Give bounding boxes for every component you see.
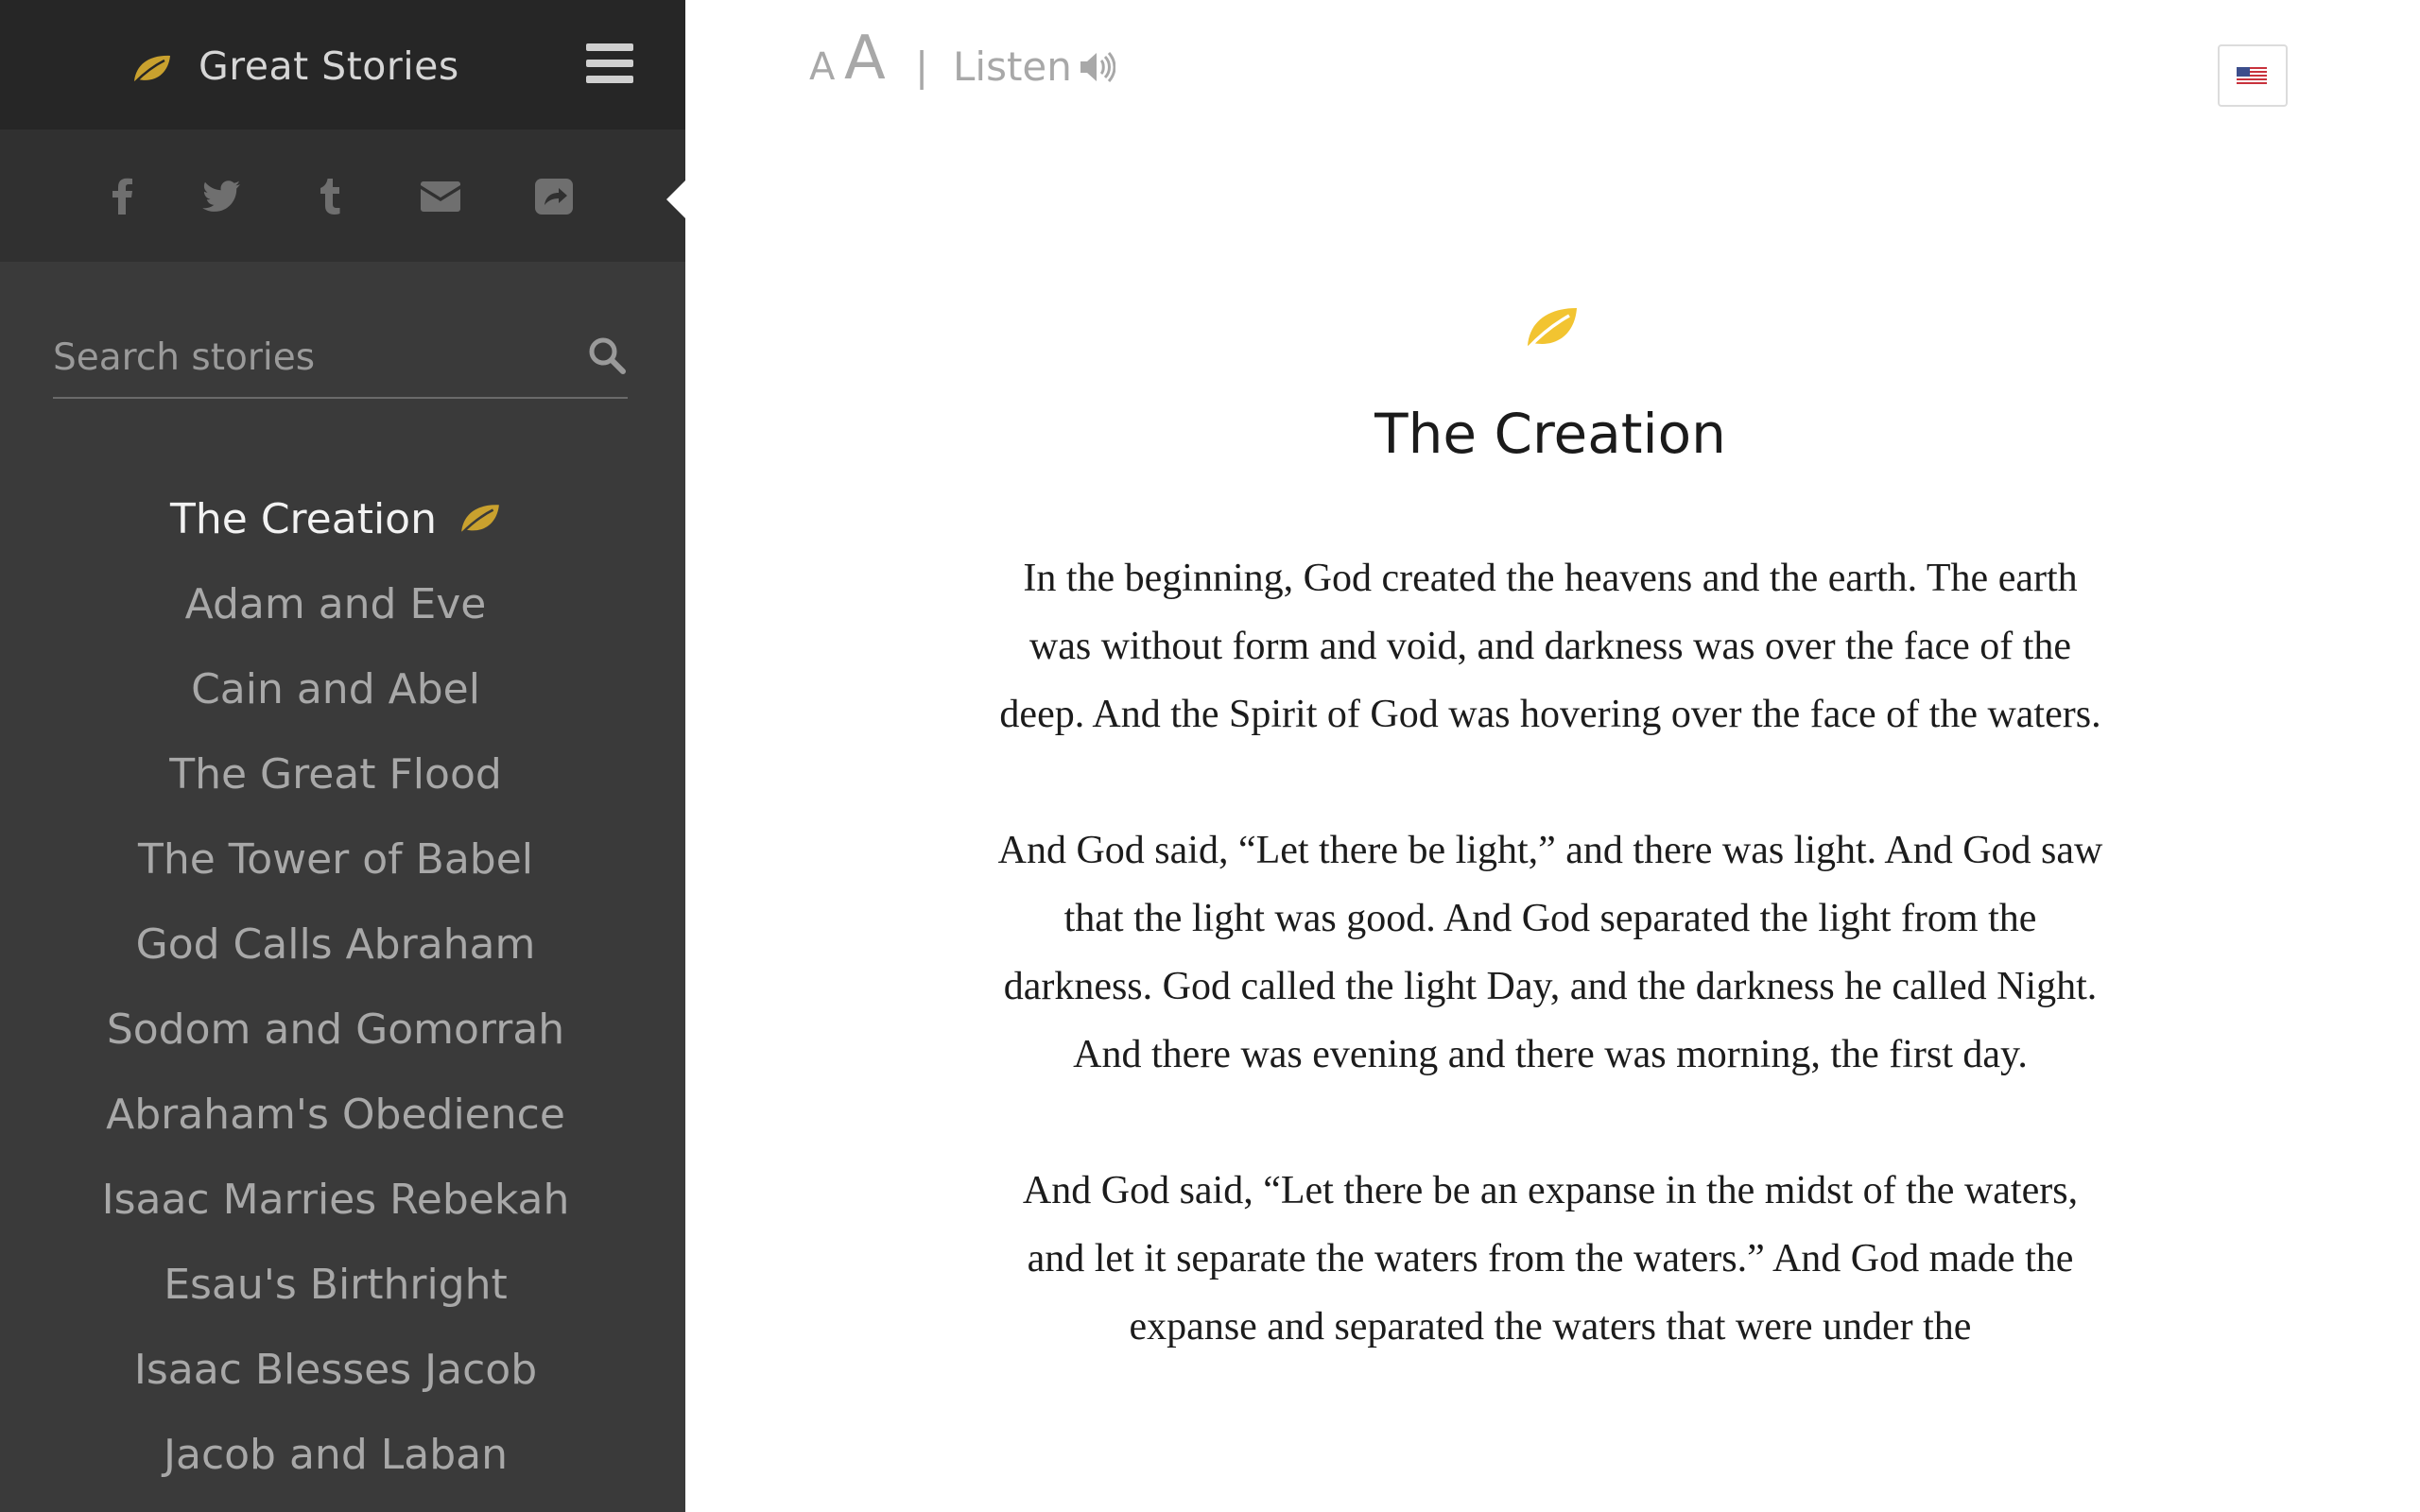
story-item-adam-and-eve[interactable]: Adam and Eve bbox=[0, 562, 671, 647]
search-input[interactable] bbox=[53, 331, 563, 384]
story-list: The Creation Adam and Eve Cain and Abel … bbox=[0, 477, 671, 1498]
speaker-icon bbox=[1080, 52, 1116, 82]
us-flag-icon bbox=[2237, 67, 2267, 86]
hamburger-menu-icon[interactable] bbox=[586, 43, 633, 85]
leaf-logo-icon bbox=[134, 55, 170, 83]
story-paragraph: And God said, “Let there be light,” and … bbox=[997, 829, 2103, 1076]
active-pointer bbox=[666, 180, 685, 218]
story-item-isaac-blesses-jacob[interactable]: Isaac Blesses Jacob bbox=[0, 1328, 671, 1413]
story-item-sodom-and-gomorrah[interactable]: Sodom and Gomorrah bbox=[0, 988, 671, 1073]
listen-button[interactable]: Listen bbox=[953, 43, 1116, 90]
story-item-god-calls-abraham[interactable]: God Calls Abraham bbox=[0, 902, 671, 988]
twitter-icon[interactable] bbox=[199, 173, 244, 218]
story-item-the-great-flood[interactable]: The Great Flood bbox=[0, 732, 671, 817]
toolbar-divider: | bbox=[915, 43, 929, 90]
language-selector-button[interactable] bbox=[2218, 44, 2288, 107]
story-item-esaus-birthright[interactable]: Esau's Birthright bbox=[0, 1243, 671, 1328]
story-body: In the beginning, God created the heaven… bbox=[993, 544, 2108, 1429]
share-bar bbox=[0, 129, 685, 262]
increase-font-button[interactable]: A bbox=[844, 28, 886, 89]
brand-bar: Great Stories bbox=[0, 0, 685, 129]
sidebar: Great Stories The Creation bbox=[0, 0, 685, 1512]
leaf-icon bbox=[1527, 308, 1577, 350]
leaf-icon bbox=[461, 505, 499, 534]
search-box bbox=[53, 321, 628, 399]
tumblr-icon[interactable] bbox=[308, 173, 354, 218]
search-icon[interactable] bbox=[586, 335, 628, 376]
story-paragraph: In the beginning, God created the heaven… bbox=[999, 557, 2101, 736]
story-item-abrahams-obedience[interactable]: Abraham's Obedience bbox=[0, 1073, 671, 1158]
listen-label: Listen bbox=[953, 43, 1072, 90]
story-item-jacob-and-laban[interactable]: Jacob and Laban bbox=[0, 1413, 671, 1498]
facebook-icon[interactable] bbox=[100, 173, 146, 218]
share-icon[interactable] bbox=[531, 173, 577, 218]
story-item-the-creation[interactable]: The Creation bbox=[0, 477, 671, 562]
decrease-font-button[interactable]: A bbox=[809, 45, 835, 89]
story-item-the-tower-of-babel[interactable]: The Tower of Babel bbox=[0, 817, 671, 902]
app-title[interactable]: Great Stories bbox=[199, 43, 459, 89]
story-item-label: The Creation bbox=[170, 495, 437, 543]
story-title: The Creation bbox=[1374, 402, 1726, 466]
story-item-cain-and-abel[interactable]: Cain and Abel bbox=[0, 647, 671, 732]
email-icon[interactable] bbox=[418, 173, 463, 218]
story-item-isaac-marries-rebekah[interactable]: Isaac Marries Rebekah bbox=[0, 1158, 671, 1243]
story-paragraph: And God said, “Let there be an expanse i… bbox=[1022, 1169, 2079, 1349]
